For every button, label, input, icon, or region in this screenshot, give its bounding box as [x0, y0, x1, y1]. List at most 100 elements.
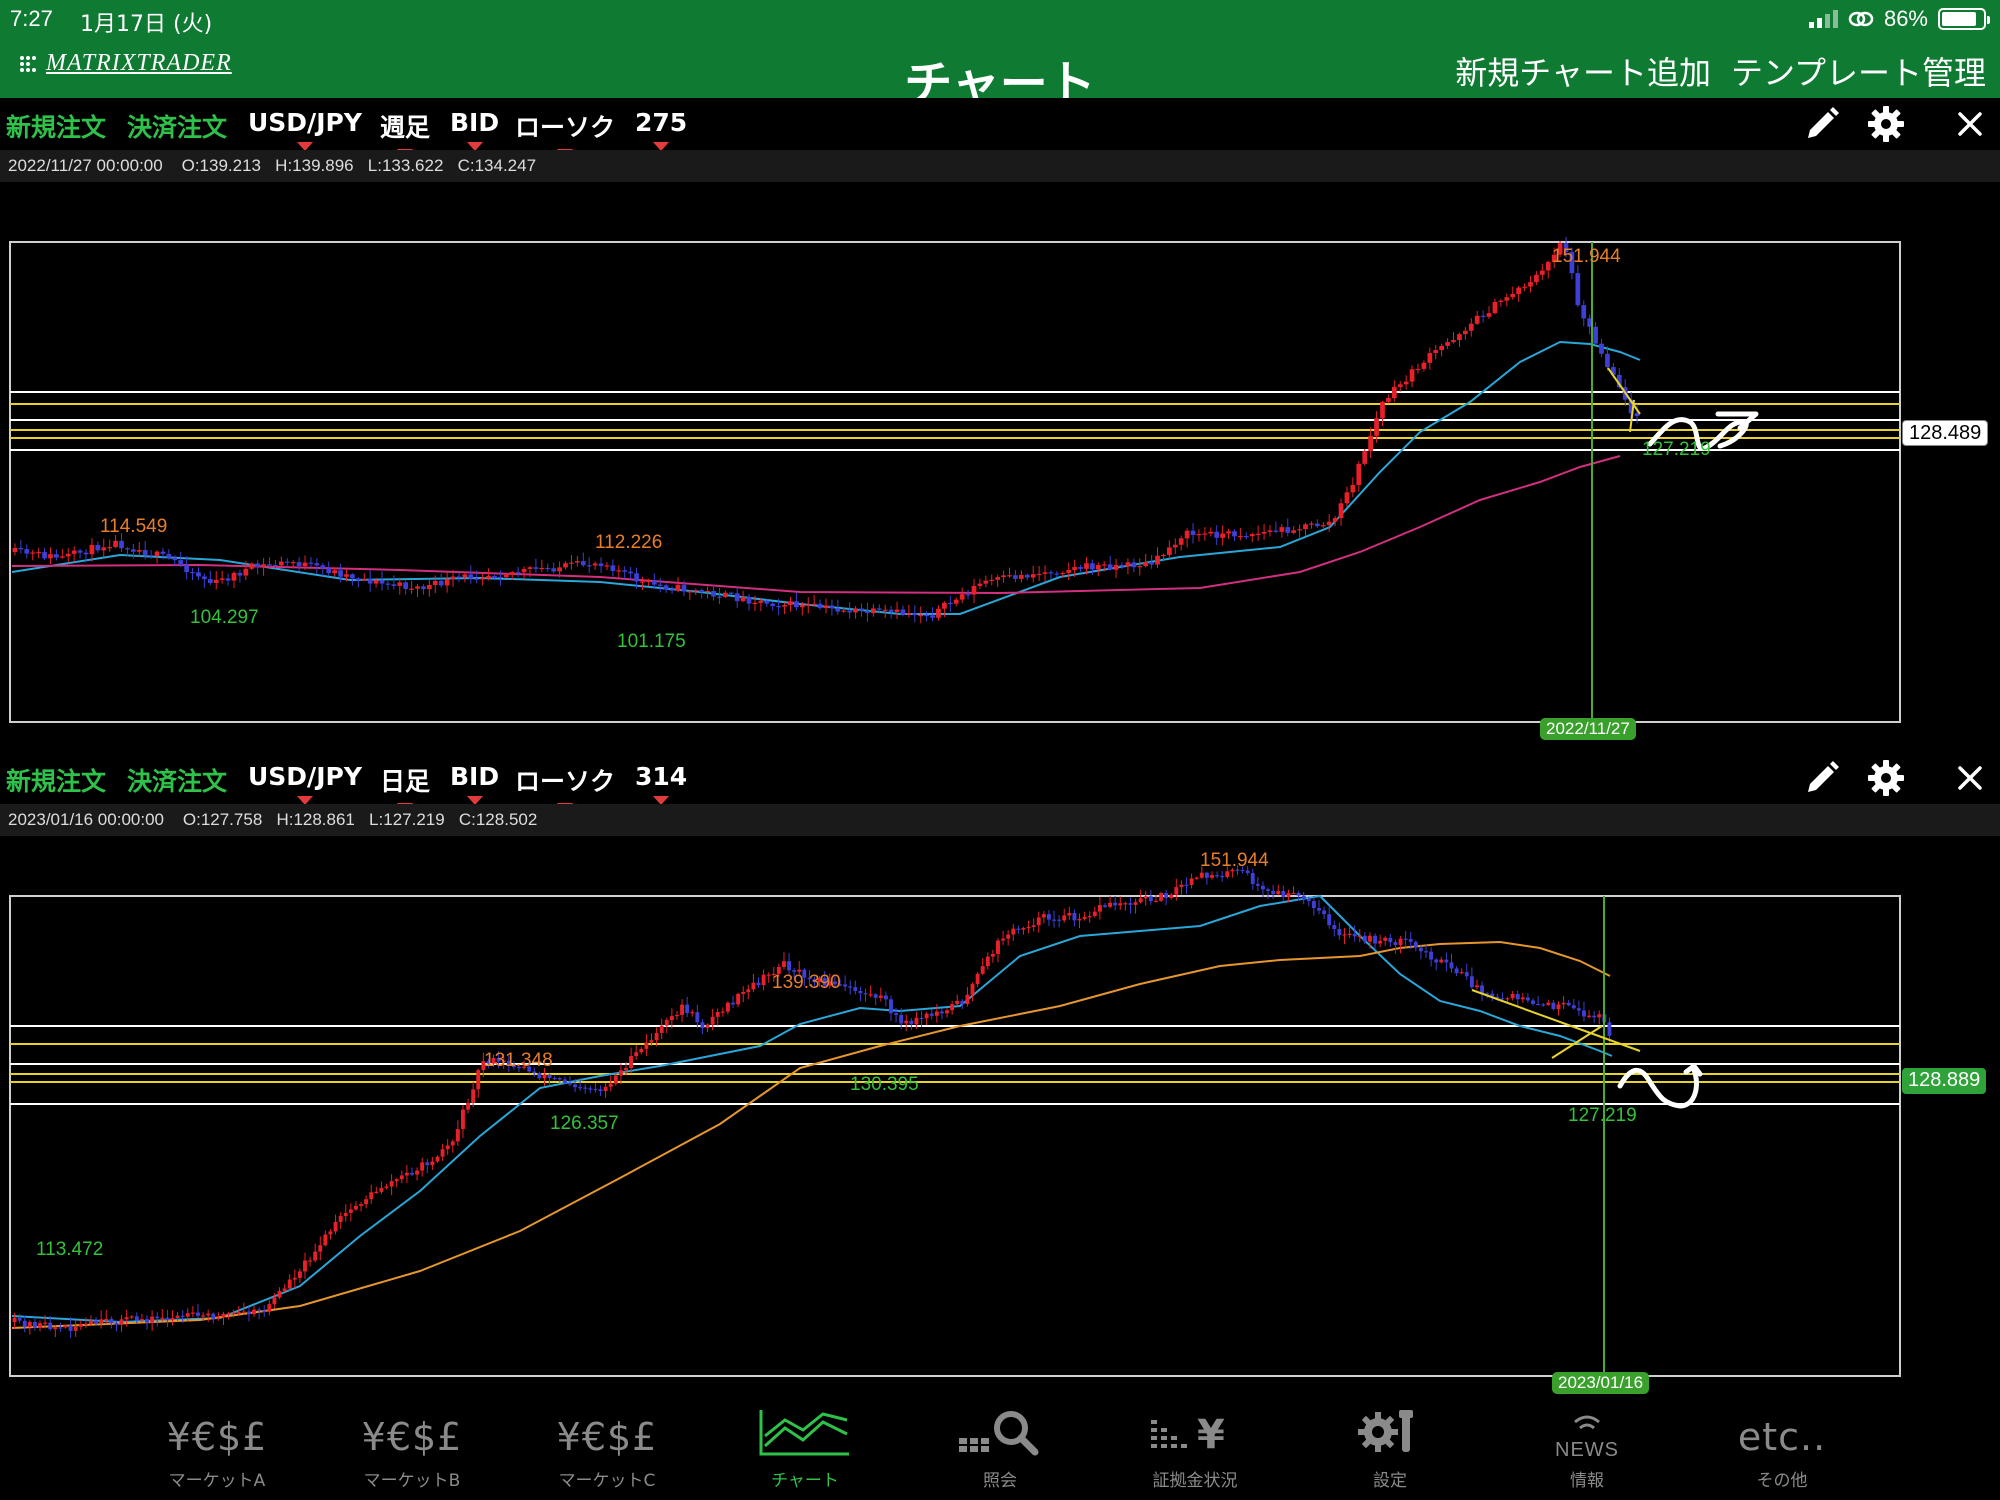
candle-body — [521, 568, 527, 573]
candle-body — [568, 1083, 572, 1085]
candle-body — [552, 1077, 557, 1080]
timeframe-select[interactable]: 週足 — [380, 108, 430, 158]
add-chart-button[interactable]: 新規チャート追加 — [1455, 48, 1711, 94]
candle-body — [799, 604, 805, 608]
candle-body — [616, 570, 622, 572]
candle-body — [1021, 928, 1026, 930]
pencil-icon[interactable] — [1802, 104, 1842, 144]
candle-body — [1597, 1014, 1602, 1018]
candle-body — [1480, 985, 1485, 994]
candle-body — [1546, 1002, 1551, 1005]
chart-style-select[interactable]: ローソク — [515, 762, 615, 812]
bar-count-select[interactable]: 314 — [635, 762, 687, 805]
candle-body — [246, 1311, 251, 1315]
candle-body — [858, 990, 863, 994]
candle-body — [249, 563, 255, 569]
tab-etc[interactable]: etc.. その他 — [1707, 1406, 1857, 1500]
chart-area[interactable]: 151.944 114.549 112.226 104.297 101.175 127.2… — [0, 182, 2000, 750]
tab-currency[interactable]: ¥€$£ マーケットB — [337, 1406, 487, 1500]
candlestick-chart[interactable]: 151.944 114.549 112.226 104.297 101.175 127.2… — [0, 182, 2000, 750]
candle-body — [237, 572, 243, 576]
close-order-button[interactable]: 決済注文 — [127, 108, 227, 144]
candle-body — [640, 581, 645, 583]
candle-body — [12, 1318, 17, 1322]
candle-body — [1062, 915, 1067, 921]
candle-body — [542, 1074, 547, 1079]
symbol-select[interactable]: USD/JPY — [248, 762, 362, 805]
candle-body — [1439, 959, 1444, 963]
chart-area[interactable]: 151.944 139.390 131.348 130.395 126.357 127.2… — [0, 836, 2000, 1404]
candle-body — [1311, 901, 1316, 909]
candle-body — [918, 614, 924, 617]
candle-body — [63, 1325, 68, 1328]
close-order-button[interactable]: 決済注文 — [127, 762, 227, 798]
candle-body — [700, 1022, 705, 1029]
candle-body — [1434, 959, 1439, 963]
high-price-label: 151.944 — [1552, 246, 1621, 267]
candle-body — [1108, 902, 1113, 907]
candle-body — [292, 1277, 297, 1280]
candle-body — [379, 1187, 384, 1192]
template-manage-button[interactable]: テンプレート管理 — [1731, 48, 1986, 94]
new-order-button[interactable]: 新規注文 — [6, 762, 106, 798]
candle-body — [302, 562, 308, 567]
close-icon[interactable] — [1930, 104, 1990, 144]
candle-body — [1215, 875, 1220, 877]
moving-average-line — [11, 340, 1641, 615]
tab-currency[interactable]: ¥€$£ マーケットA — [142, 1406, 292, 1500]
price-type-select[interactable]: BID — [450, 108, 499, 151]
candle-body — [267, 1304, 272, 1312]
timeframe-select[interactable]: 日足 — [380, 762, 430, 812]
tab-margin[interactable]: ¥ 証拠金状況 — [1120, 1406, 1270, 1500]
tab-search[interactable]: 照会 — [925, 1406, 1075, 1500]
chart-style-select[interactable]: ローソク — [515, 108, 615, 158]
candle-body — [717, 596, 722, 598]
candle-body — [1001, 938, 1006, 941]
candle-body — [1137, 566, 1143, 568]
candle-body — [1403, 938, 1408, 940]
candle-body — [54, 554, 59, 558]
candle-body — [705, 590, 710, 593]
candle-body — [983, 580, 989, 584]
candle-body — [1138, 898, 1143, 903]
high-price-label: 139.390 — [772, 972, 841, 993]
candle-body — [1107, 564, 1113, 570]
candle-body — [770, 603, 776, 607]
tab-chart[interactable]: チャート — [730, 1406, 880, 1500]
news-icon-text: NEWS — [1555, 1439, 1619, 1458]
symbol-select[interactable]: USD/JPY — [248, 108, 362, 151]
candle-body — [367, 579, 373, 584]
candle-body — [1464, 972, 1469, 977]
close-icon[interactable] — [1930, 758, 1990, 798]
candlestick-chart[interactable]: 151.944 139.390 131.348 130.395 126.357 127.2… — [0, 836, 2000, 1404]
status-date: 1月17日 (火) — [80, 12, 213, 37]
price-type-select[interactable]: BID — [450, 762, 499, 805]
candle-body — [950, 1004, 955, 1011]
tab-news[interactable]: NEWS 情報 — [1512, 1406, 1662, 1500]
low-price-label: 126.357 — [550, 1113, 619, 1134]
candle-body — [900, 609, 906, 615]
candle-body — [1338, 503, 1344, 519]
new-order-button[interactable]: 新規注文 — [6, 108, 106, 144]
gear-icon[interactable] — [1866, 758, 1906, 798]
candle-body — [216, 1317, 221, 1319]
candle-body — [690, 1012, 695, 1014]
candle-body — [557, 1078, 562, 1080]
candle-body — [202, 576, 207, 580]
candle-body — [888, 609, 894, 612]
high-price-label: 151.944 — [1200, 850, 1269, 871]
tab-currency[interactable]: ¥€$£ マーケットC — [532, 1406, 682, 1500]
candle-body — [723, 592, 728, 598]
candle-body — [104, 1318, 109, 1321]
candle-body — [575, 561, 580, 563]
candle-body — [318, 1245, 323, 1252]
tab-settings[interactable]: 設定 — [1315, 1406, 1465, 1500]
gear-icon[interactable] — [1866, 104, 1906, 144]
candle-body — [1006, 934, 1011, 939]
bar-count-select[interactable]: 275 — [635, 108, 687, 151]
pencil-icon[interactable] — [1802, 758, 1842, 798]
battery-percent: 86% — [1883, 6, 1928, 31]
candle-body — [359, 1204, 363, 1206]
candle-body — [397, 582, 403, 586]
candle-body — [1429, 951, 1434, 960]
